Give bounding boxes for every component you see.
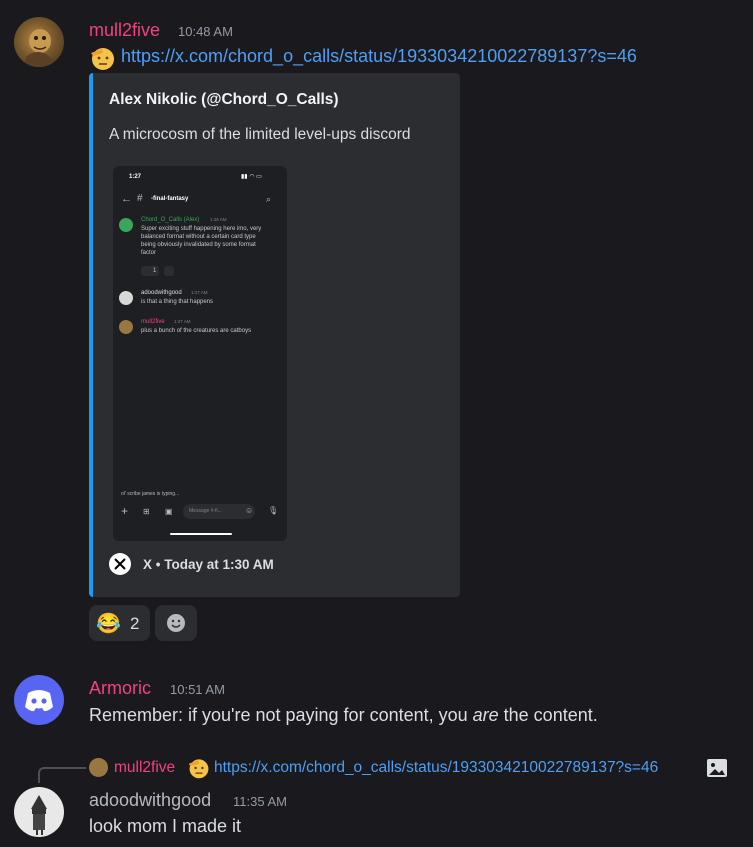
author-name[interactable]: adoodwithgood [89, 790, 211, 811]
discord-logo-icon [25, 690, 53, 712]
message-text-emphasis: are [472, 705, 499, 725]
reply-author[interactable]: mull2five [114, 759, 175, 777]
timestamp: 10:48 AM [178, 24, 233, 39]
typing-indicator: ol' scribe james is typing... [121, 491, 180, 497]
message-author: mull2five [141, 319, 165, 325]
search-icon: ⌕ [266, 194, 272, 204]
channel-name: -final-fantasy [151, 196, 189, 202]
add-reaction-icon [167, 614, 185, 632]
message-text-part: Remember: if you're not paying for conte… [89, 705, 473, 725]
phone-time: 1:27 [129, 174, 142, 180]
message-text: look mom I made it [89, 816, 242, 836]
embed-footer: X • Today at 1:30 AM [143, 557, 274, 572]
message-author: adoodwithgood [141, 290, 182, 296]
add-reaction-button[interactable] [155, 605, 197, 641]
message-line: balanced format without a certain card t… [141, 234, 256, 240]
gamepad-icon: ⊞ [143, 507, 150, 516]
author-name[interactable]: mull2five [89, 20, 160, 41]
add-reaction-icon [164, 266, 174, 276]
author-name[interactable]: Armoric [89, 678, 151, 699]
message-line: factor [141, 250, 157, 256]
microphone-icon: 🎙 [268, 506, 279, 515]
message-time: 1:26 AM [210, 217, 227, 222]
avatar [119, 218, 133, 232]
reply-spine [38, 767, 86, 783]
avatar[interactable] [14, 675, 64, 725]
message-line: Super exciting stuff happening here imo,… [141, 226, 262, 232]
link-embed: Alex Nikolic (@Chord_O_Calls) A microcos… [89, 73, 460, 597]
image-attachment-icon [706, 757, 728, 784]
snufkin-avatar-icon [31, 795, 47, 835]
x-logo-icon [109, 553, 131, 575]
lion-avatar-icon [24, 29, 54, 67]
message-time: 1:27 AM [191, 290, 208, 295]
message-text: Remember: if you're not paying for conte… [89, 705, 598, 726]
avatar [119, 291, 133, 305]
message-input-placeholder: Message #-fi... [189, 508, 222, 514]
message-author: Chord_O_Calls (Alex) [141, 217, 200, 223]
embed-author[interactable]: Alex Nikolic (@Chord_O_Calls) [109, 91, 339, 109]
hashtag-icon: # [137, 193, 143, 204]
plus-icon: + [121, 504, 129, 518]
reply-link[interactable]: https://x.com/chord_o_calls/status/19330… [214, 759, 658, 777]
reaction-count: 1 [153, 268, 157, 274]
message-line: plus a bunch of the creatures are catboy… [141, 328, 252, 334]
reaction-laughing[interactable]: 😂 2 [89, 605, 150, 641]
timestamp: 11:35 AM [233, 794, 287, 809]
emoji-icon: ☺ [245, 506, 254, 515]
avatar[interactable] [14, 17, 64, 67]
back-arrow-icon: ← [121, 193, 132, 205]
tweet-link[interactable]: https://x.com/chord_o_calls/status/19330… [121, 46, 637, 67]
avatar[interactable] [14, 787, 64, 837]
message-line: is that a thing that happens [141, 299, 214, 305]
message-text-part: the content. [498, 705, 598, 725]
timestamp: 10:51 AM [170, 682, 225, 697]
gift-icon: ▣ [165, 507, 173, 516]
avatar [119, 320, 133, 334]
message-time: 1:27 AM [174, 319, 191, 324]
embed-description: A microcosm of the limited level-ups dis… [109, 126, 411, 143]
saluting-face-emoji-icon [187, 756, 211, 785]
reply-avatar[interactable] [89, 758, 108, 777]
embed-image[interactable]: 1:27 ▮▮ ◠ ▭ ← # -final-fantasy ⌕ Chord_O… [113, 166, 287, 541]
message-line: being obviously invalidated by some form… [141, 242, 256, 248]
home-indicator [170, 533, 232, 535]
phone-status-icons: ▮▮ ◠ ▭ [241, 174, 262, 180]
reaction-count: 2 [130, 614, 140, 633]
laughing-emoji-icon: 😂 [96, 613, 121, 635]
